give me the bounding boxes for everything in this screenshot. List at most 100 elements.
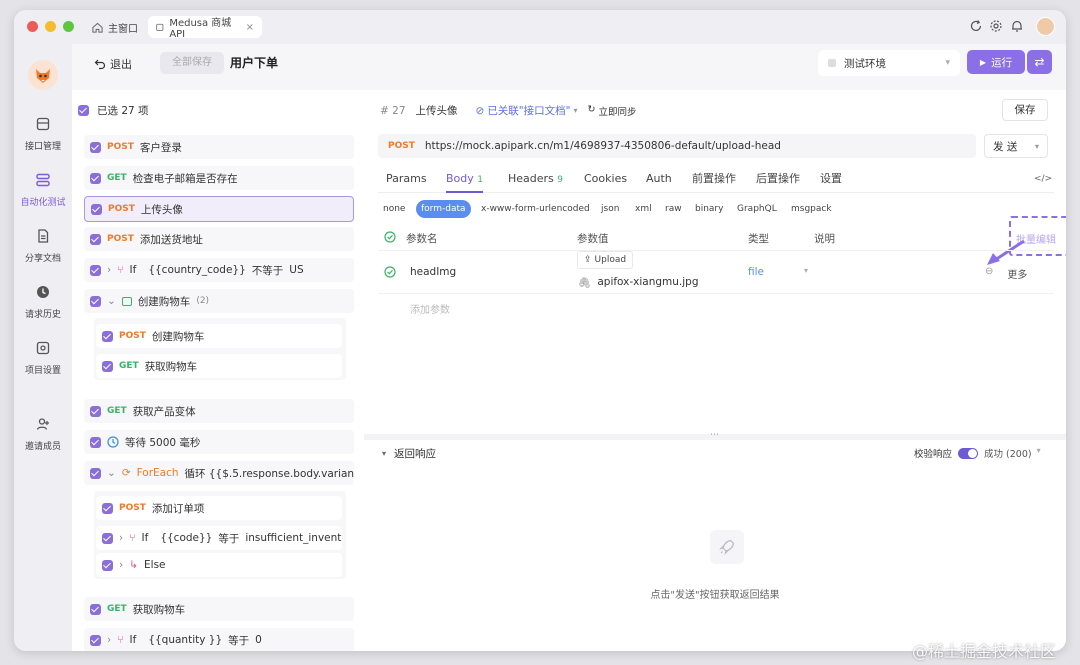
chevron-right-icon[interactable]: › (107, 634, 111, 646)
step-row-if[interactable]: › ⑂ If {{code}} 等于 insufficient_inventor (96, 526, 342, 550)
method-select[interactable]: POST (388, 141, 415, 151)
checkbox[interactable] (102, 532, 113, 544)
avatar[interactable] (1036, 17, 1055, 36)
checkbox[interactable] (90, 233, 101, 245)
url-input[interactable]: https://mock.apipark.cn/m1/4698937-43508… (425, 140, 781, 152)
url-bar[interactable]: POST https://mock.apipark.cn/m1/4698937-… (378, 134, 976, 158)
chevron-right-icon[interactable]: › (107, 264, 111, 276)
tab-pre-processor[interactable]: 前置操作 (692, 165, 736, 193)
checkbox[interactable] (102, 502, 113, 514)
sidebar-item-automation[interactable]: 自动化测试 (14, 172, 72, 208)
send-button[interactable]: 发 送 ▾ (984, 134, 1048, 158)
sidebar-item-api[interactable]: 接口管理 (14, 116, 72, 152)
status-select[interactable]: 成功 (200) ▾ (984, 446, 1041, 460)
body-type-binary[interactable]: binary (690, 200, 728, 218)
tab-headers[interactable]: Headers 9 (508, 165, 563, 193)
close-tab-icon[interactable]: × (246, 22, 254, 33)
step-row[interactable]: POST 创建购物车 (96, 324, 342, 348)
step-row[interactable]: POST 添加订单项 (96, 496, 342, 520)
chevron-down-icon[interactable]: ⌄ (107, 467, 116, 479)
gear-icon[interactable] (989, 19, 1003, 33)
body-type-graphql[interactable]: GraphQL (732, 200, 782, 218)
uploaded-file[interactable]: 🖇 apifox-xiangmu.jpg (578, 276, 699, 289)
check-circle-icon[interactable] (384, 266, 396, 278)
step-row[interactable]: GET 获取产品变体 (84, 399, 354, 423)
checkbox[interactable] (102, 330, 113, 342)
checkbox[interactable] (91, 203, 102, 215)
step-group[interactable]: ⌄ 创建购物车 (2) (84, 289, 354, 313)
checkbox[interactable] (90, 405, 101, 417)
step-row[interactable]: POST 客户登录 (84, 135, 354, 159)
checkbox[interactable] (90, 172, 101, 184)
check-all-icon[interactable] (384, 231, 396, 243)
body-type-msgpack[interactable]: msgpack (786, 200, 837, 218)
body-type-json[interactable]: json (596, 200, 624, 218)
body-type-xml[interactable]: xml (630, 200, 657, 218)
add-param-placeholder[interactable]: 添加参数 (410, 301, 450, 316)
step-row[interactable]: GET 检查电子邮箱是否存在 (84, 166, 354, 190)
tab-params[interactable]: Params (386, 165, 427, 193)
splitter-handle-icon[interactable]: ⋯ (710, 430, 719, 440)
tab-cookies[interactable]: Cookies (584, 165, 627, 193)
param-name-input[interactable]: headImg (410, 266, 456, 278)
more-button[interactable]: 更多 (1007, 266, 1027, 281)
tab-home[interactable]: 主窗口 (84, 16, 146, 38)
checkbox[interactable] (90, 141, 101, 153)
sidebar-item-share[interactable]: 分享文档 (14, 228, 72, 264)
checkbox[interactable] (102, 360, 113, 372)
step-row[interactable]: POST 添加送货地址 (84, 227, 354, 251)
step-row-foreach[interactable]: ⌄ ⟳ ForEach 循环 {{$.5.response.body.variants (84, 461, 354, 485)
sidebar-item-history[interactable]: 请求历史 (14, 284, 72, 320)
sidebar-item-invite[interactable]: 邀请成员 (14, 416, 72, 452)
back-button[interactable]: 退出 (94, 56, 132, 72)
validate-toggle[interactable] (958, 447, 979, 459)
checkbox[interactable] (90, 295, 101, 307)
checkbox[interactable] (90, 603, 101, 615)
checkbox[interactable] (90, 467, 101, 479)
checkbox[interactable] (90, 264, 101, 276)
branch-icon: ⑂ (129, 532, 136, 544)
tab-auth[interactable]: Auth (646, 165, 672, 193)
minimize-window-button[interactable] (45, 21, 56, 32)
body-type-none[interactable]: none (378, 200, 410, 218)
close-window-button[interactable] (27, 21, 38, 32)
checkbox[interactable] (90, 634, 101, 646)
chevron-right-icon[interactable]: › (119, 532, 123, 544)
step-row-wait[interactable]: 等待 5000 毫秒 (84, 430, 354, 454)
linked-doc-link[interactable]: ⊘ 已关联"接口文档" ▾ (476, 103, 578, 118)
bell-icon[interactable] (1010, 19, 1024, 33)
remove-icon[interactable]: ⊖ (985, 266, 993, 281)
checkbox[interactable] (78, 105, 89, 116)
step-row-selected[interactable]: POST 上传头像 (84, 196, 354, 222)
step-row-if[interactable]: › ⑂ If {{quantity }} 等于 0 (84, 628, 354, 651)
save-all-button[interactable]: 全部保存 (160, 52, 224, 74)
type-select[interactable]: file ▾ (748, 266, 808, 278)
environment-select[interactable]: 测试环境 ▾ (818, 50, 960, 76)
run-options-button[interactable]: ⇄ (1027, 50, 1052, 74)
body-type-raw[interactable]: raw (660, 200, 687, 218)
step-row[interactable]: GET 获取购物车 (96, 354, 342, 378)
tab-project[interactable]: Medusa 商城 API × (148, 16, 262, 40)
sidebar-item-settings[interactable]: 项目设置 (14, 340, 72, 376)
chevron-down-icon[interactable]: ⌄ (107, 295, 116, 307)
step-row-if[interactable]: › ⑂ If {{country_code}} 不等于 US (84, 258, 354, 282)
save-button[interactable]: 保存 (1002, 99, 1048, 121)
checkbox[interactable] (90, 436, 101, 448)
maximize-window-button[interactable] (63, 21, 74, 32)
sync-button[interactable]: ↻ 立即同步 (588, 104, 637, 118)
tab-post-processor[interactable]: 后置操作 (756, 165, 800, 193)
step-row[interactable]: GET 获取购物车 (84, 597, 354, 621)
chevron-right-icon[interactable]: › (119, 559, 123, 571)
body-type-form-data[interactable]: form-data (416, 200, 471, 218)
code-icon[interactable]: </> (1034, 165, 1052, 193)
run-button[interactable]: ▶ 运行 (967, 50, 1025, 74)
select-all-checkbox[interactable]: 已选 27 项 (78, 103, 149, 118)
tab-body[interactable]: Body 1 (446, 165, 484, 193)
response-header[interactable]: ▾ 返回响应 (382, 446, 436, 461)
tab-settings[interactable]: 设置 (820, 165, 842, 193)
checkbox[interactable] (102, 559, 113, 571)
step-row-else[interactable]: › ↳ Else (96, 553, 342, 577)
body-type-urlencoded[interactable]: x-www-form-urlencoded (476, 200, 595, 218)
upload-button[interactable]: ⇪ Upload (577, 251, 634, 269)
refresh-icon[interactable] (969, 19, 983, 33)
